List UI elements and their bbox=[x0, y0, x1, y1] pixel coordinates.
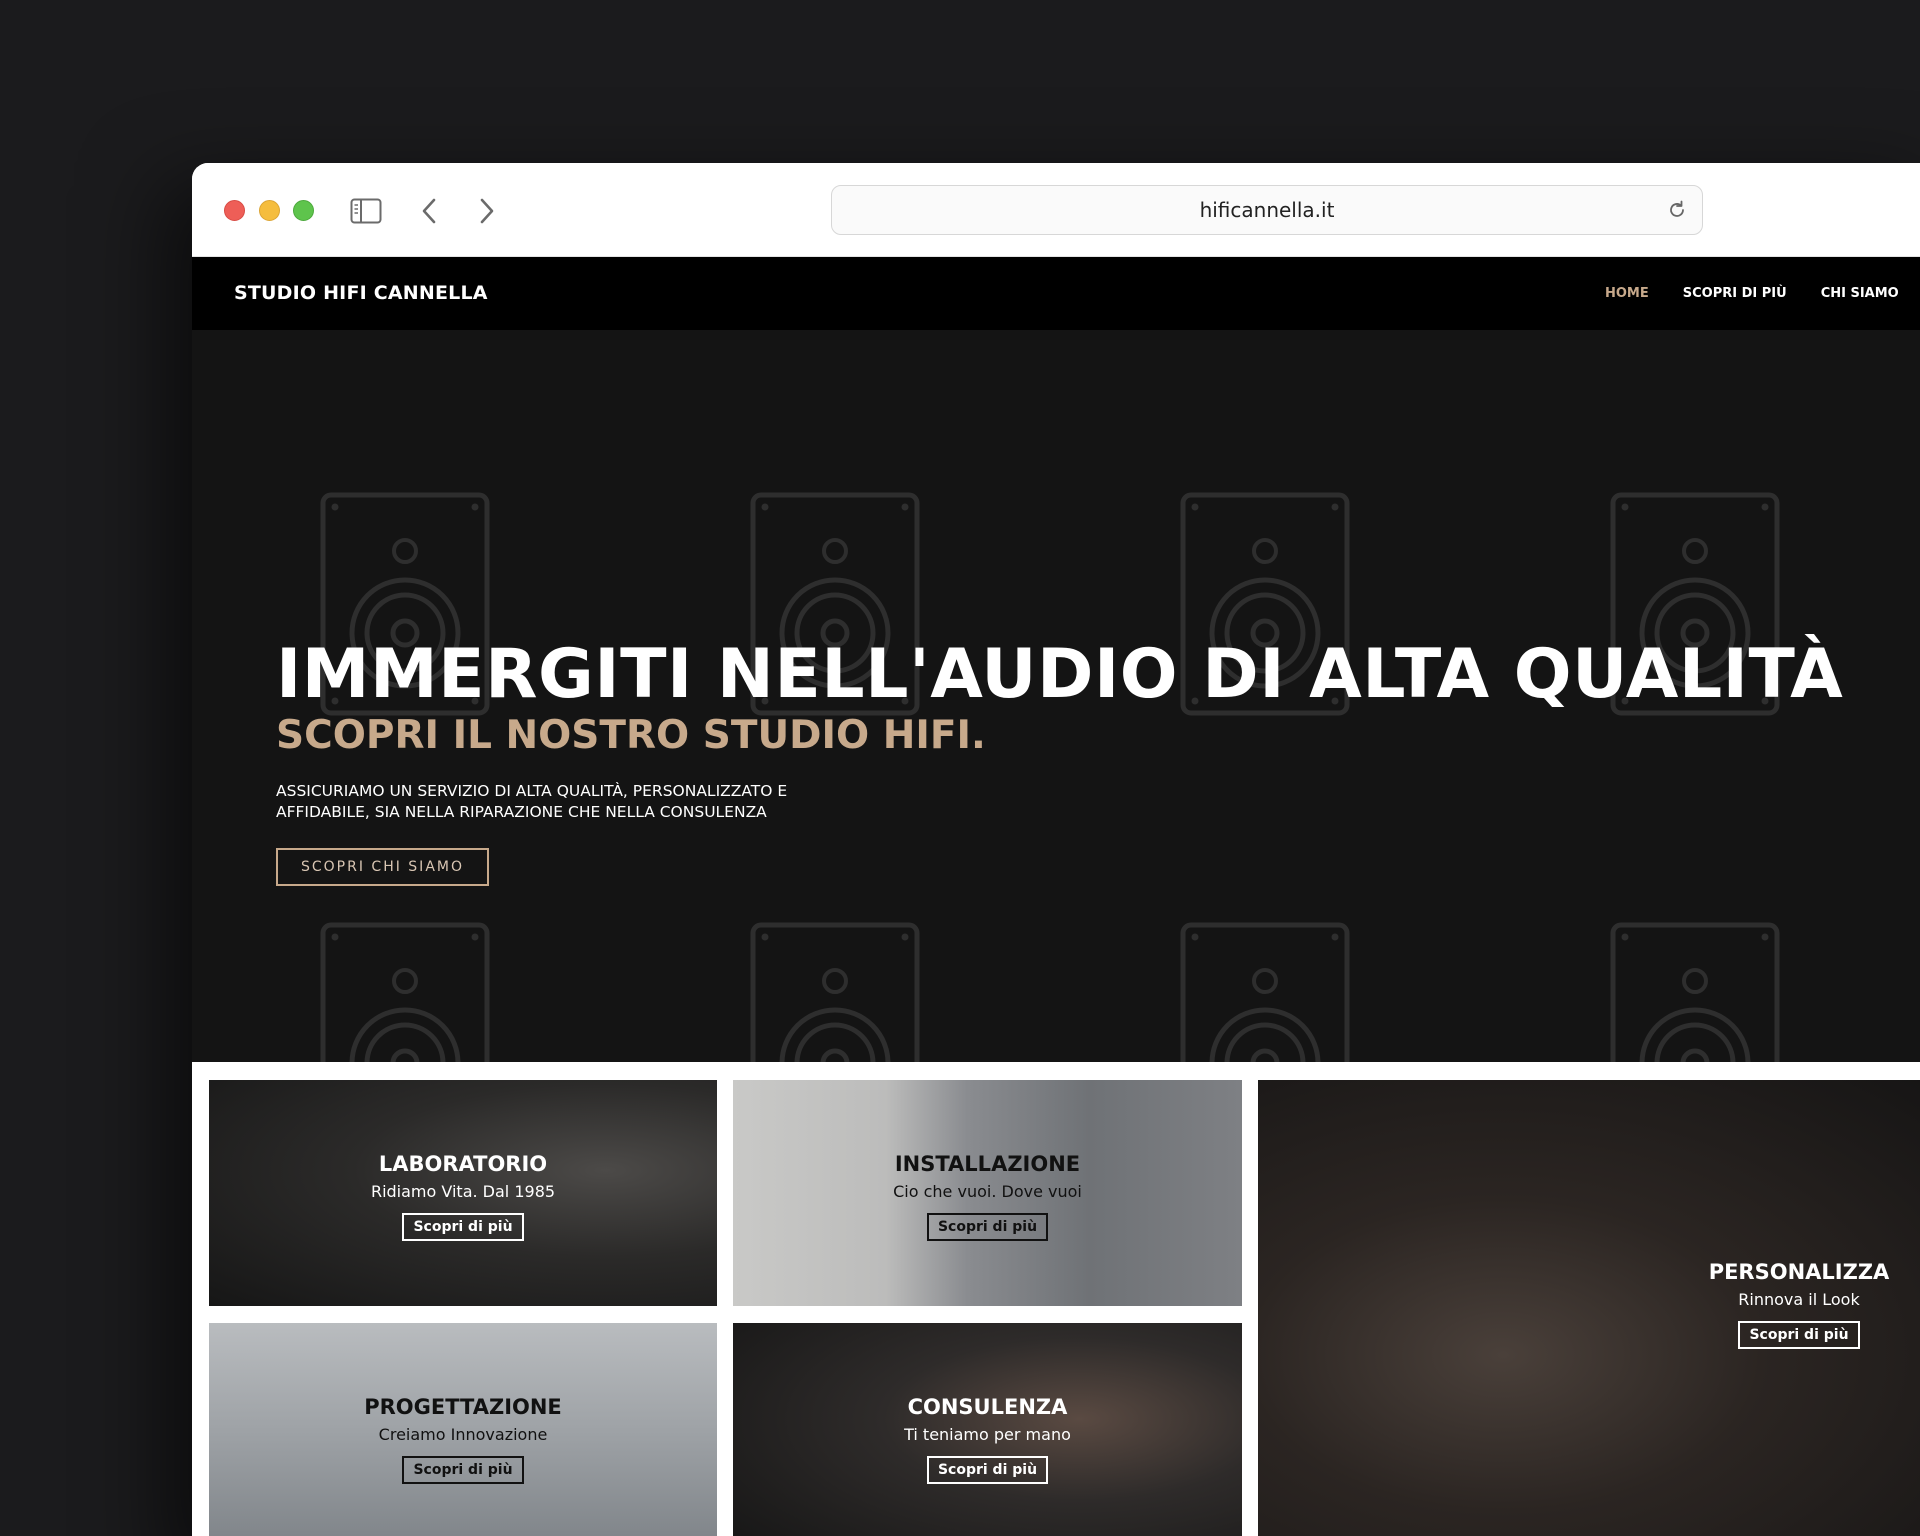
hero-description-line-2: AFFIDABILE, SIA NELLA RIPARAZIONE CHE NE… bbox=[276, 803, 767, 821]
card-subtitle: Ti teniamo per mano bbox=[904, 1425, 1071, 1444]
card-title: CONSULENZA bbox=[907, 1395, 1068, 1419]
card-laboratorio-content: LABORATORIO Ridiamo Vita. Dal 1985 Scopr… bbox=[209, 1152, 717, 1241]
address-bar[interactable]: hificannella.it bbox=[831, 185, 1703, 235]
minimize-window-button[interactable] bbox=[259, 200, 280, 221]
back-icon[interactable] bbox=[412, 193, 448, 229]
card-subtitle: Rinnova il Look bbox=[1738, 1290, 1860, 1309]
hero-section: IMMERGITI NELL'AUDIO DI ALTA QUALITÀ SCO… bbox=[192, 257, 1920, 1062]
card-consulenza[interactable]: CONSULENZA Ti teniamo per mano Scopri di… bbox=[733, 1323, 1242, 1536]
card-progettazione-content: PROGETTAZIONE Creiamo Innovazione Scopri… bbox=[209, 1395, 717, 1484]
site-navbar: STUDIO HIFI CANNELLA HOME SCOPRI DI PIÙ … bbox=[192, 257, 1920, 330]
card-progettazione-button[interactable]: Scopri di più bbox=[402, 1456, 524, 1484]
card-title: PROGETTAZIONE bbox=[364, 1395, 562, 1419]
card-laboratorio-button[interactable]: Scopri di più bbox=[402, 1213, 524, 1241]
close-window-button[interactable] bbox=[224, 200, 245, 221]
card-personalizza-button[interactable]: Scopri di più bbox=[1738, 1321, 1860, 1349]
scopri-chi-siamo-button[interactable]: SCOPRI CHI SIAMO bbox=[276, 848, 489, 886]
hero-subtitle: SCOPRI IL NOSTRO STUDIO HIFI. bbox=[276, 713, 986, 758]
nav-link-home[interactable]: HOME bbox=[1605, 257, 1649, 330]
sidebar-toggle-icon[interactable] bbox=[348, 193, 384, 229]
web-page: IMMERGITI NELL'AUDIO DI ALTA QUALITÀ SCO… bbox=[192, 257, 1920, 1536]
card-subtitle: Ridiamo Vita. Dal 1985 bbox=[370, 1182, 556, 1201]
services-grid: LABORATORIO Ridiamo Vita. Dal 1985 Scopr… bbox=[192, 1062, 1920, 1536]
card-laboratorio[interactable]: LABORATORIO Ridiamo Vita. Dal 1985 Scopr… bbox=[209, 1080, 717, 1306]
card-progettazione[interactable]: PROGETTAZIONE Creiamo Innovazione Scopri… bbox=[209, 1323, 717, 1536]
card-installazione-button[interactable]: Scopri di più bbox=[926, 1213, 1049, 1241]
nav-link-chi-siamo[interactable]: CHI SIAMO bbox=[1821, 257, 1899, 330]
hero-title: IMMERGITI NELL'AUDIO DI ALTA QUALITÀ bbox=[276, 635, 1844, 714]
card-installazione[interactable]: INSTALLAZIONE Cio che vuoi. Dove vuoi Sc… bbox=[733, 1080, 1242, 1306]
nav-link-scopri-di-piu[interactable]: SCOPRI DI PIÙ bbox=[1683, 257, 1787, 330]
hero-description-line-1: ASSICURIAMO UN SERVIZIO DI ALTA QUALITÀ,… bbox=[276, 782, 788, 800]
forward-icon[interactable] bbox=[468, 193, 504, 229]
browser-window: hificannella.it IMMERGITI NELL'AUDIO DI … bbox=[192, 163, 1920, 1536]
card-consulenza-button[interactable]: Scopri di più bbox=[926, 1456, 1049, 1484]
reload-icon[interactable] bbox=[1666, 199, 1688, 221]
nav-links: HOME SCOPRI DI PIÙ CHI SIAMO bbox=[1605, 257, 1899, 330]
card-title: INSTALLAZIONE bbox=[894, 1152, 1081, 1176]
card-title: LABORATORIO bbox=[378, 1152, 548, 1176]
hero-description: ASSICURIAMO UN SERVIZIO DI ALTA QUALITÀ,… bbox=[276, 781, 916, 823]
site-logo[interactable]: STUDIO HIFI CANNELLA bbox=[234, 257, 488, 330]
card-installazione-content: INSTALLAZIONE Cio che vuoi. Dove vuoi Sc… bbox=[733, 1152, 1242, 1241]
zoom-window-button[interactable] bbox=[293, 200, 314, 221]
card-personalizza[interactable]: PERSONALIZZA Rinnova il Look Scopri di p… bbox=[1258, 1080, 1920, 1536]
card-title: PERSONALIZZA bbox=[1708, 1260, 1890, 1284]
card-subtitle: Cio che vuoi. Dove vuoi bbox=[893, 1182, 1082, 1201]
card-consulenza-content: CONSULENZA Ti teniamo per mano Scopri di… bbox=[733, 1395, 1242, 1484]
browser-toolbar: hificannella.it bbox=[192, 163, 1920, 257]
card-personalizza-content: PERSONALIZZA Rinnova il Look Scopri di p… bbox=[1533, 1260, 1920, 1349]
card-subtitle: Creiamo Innovazione bbox=[378, 1425, 548, 1444]
url-text: hificannella.it bbox=[1199, 198, 1335, 222]
